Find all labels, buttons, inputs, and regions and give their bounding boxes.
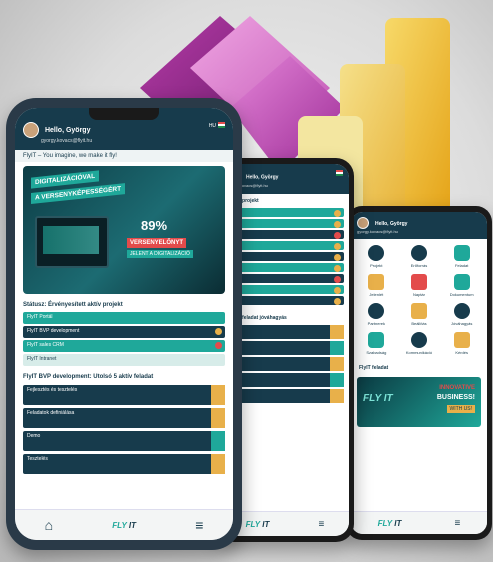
avatar[interactable] (23, 122, 39, 138)
users-icon (410, 245, 427, 261)
partners-icon (368, 303, 385, 319)
header: Hello, György gyorgy.kovacs@flyit.hu (351, 212, 487, 239)
user-email: gyorgy.kovacs@flyit.hu (357, 229, 398, 234)
grid-item[interactable]: Feladat (442, 245, 481, 268)
language-label[interactable]: HU (209, 123, 216, 129)
calendar-icon (410, 274, 427, 290)
grid-item[interactable]: Dokumentum (442, 274, 481, 297)
flag-icon[interactable] (218, 122, 225, 129)
user-email: gyorgy.kovacs@flyit.hu (41, 138, 93, 144)
approval-row[interactable] (226, 357, 344, 371)
tagline: FlyIT – You imagine, we make it fly! (15, 150, 233, 162)
promo-banner[interactable]: DIGITALIZÁCIÓVAL A VERSENYKÉPESSÉGÉRT 89… (23, 166, 225, 294)
laptop-image (35, 216, 109, 268)
grid-item[interactable]: Kommunikáció (400, 332, 439, 355)
hamburger-icon[interactable]: ≡ (455, 518, 461, 529)
question-icon (453, 332, 470, 348)
tasks-label: FlyIT feladat (359, 365, 389, 371)
hamburger-icon[interactable]: ≡ (195, 517, 203, 533)
project-row[interactable] (226, 230, 344, 239)
home-icon[interactable]: ⌂ (45, 517, 53, 533)
banner-line2: BUSINESS! (436, 394, 475, 401)
bottom-nav: ⌂ FLY IT ≡ (15, 509, 233, 540)
project-row[interactable] (226, 296, 344, 305)
document-icon (453, 274, 470, 290)
settings-icon (410, 303, 427, 319)
banner-logo: FLY IT (363, 393, 393, 404)
grid-item[interactable]: Naptár (400, 274, 439, 297)
flyit-logo: FLY IT (245, 519, 270, 529)
grid-item[interactable]: Projekt (357, 245, 396, 268)
user-email: gyorgy.kovacs@flyit.hu (227, 183, 268, 188)
project-row[interactable]: FlyIT BVP development (23, 326, 225, 338)
task-row[interactable]: Feladatok definiálása (23, 408, 225, 428)
grid-item[interactable]: Partnerek (357, 303, 396, 326)
avatar[interactable] (357, 217, 369, 229)
project-row[interactable]: FlyIT Intranet (23, 354, 225, 366)
project-row[interactable] (226, 263, 344, 272)
task-icon (453, 245, 470, 261)
hamburger-icon[interactable]: ≡ (319, 519, 325, 530)
clock-icon (368, 274, 385, 290)
flyit-logo: FLY IT (112, 520, 136, 530)
business-banner[interactable]: FLY IT INNOVATIVE BUSINESS! WITH US! (357, 377, 481, 427)
project-row[interactable] (226, 252, 344, 261)
approval-row[interactable] (226, 325, 344, 339)
task-row[interactable]: Tesztelés (23, 454, 225, 474)
section-tasks: FlyIT BVP development: Utolsó 5 aktív fe… (23, 374, 154, 380)
task-row[interactable]: Demo (23, 431, 225, 451)
approval-row[interactable] (226, 341, 344, 355)
approve-icon (453, 303, 470, 319)
project-row[interactable] (226, 219, 344, 228)
greeting: Hello, György (374, 220, 408, 227)
project-row[interactable] (226, 285, 344, 294)
grid-item[interactable]: Szabadság (357, 332, 396, 355)
phone-left: Hello, György HU gyorgy.kovacs@flyit.hu … (6, 98, 242, 550)
banner-line1: INNOVATIVE (439, 385, 475, 391)
task-row[interactable]: Fejlesztés és tesztelés (23, 385, 225, 405)
project-row[interactable] (226, 208, 344, 217)
project-row[interactable]: FlyIT Portál (23, 312, 225, 324)
grid-item[interactable]: Beállítás (400, 303, 439, 326)
flyit-logo: FLY IT (377, 518, 402, 528)
phone-right-screen: Hello, György gyorgy.kovacs@flyit.hu Pro… (351, 212, 487, 534)
grid-item[interactable]: Jelenlét (357, 274, 396, 297)
grid-item[interactable]: Erőforrás (400, 245, 439, 268)
banner-line4: JELENT A DIGITALIZÁCIÓ (127, 250, 193, 258)
greeting: Hello, György (44, 126, 91, 134)
banner-line3: VERSENYELŐNYT (127, 238, 187, 248)
section-projects: Státusz: Érvényesített aktív projekt (23, 302, 123, 308)
project-row[interactable] (226, 274, 344, 283)
phone-right: Hello, György gyorgy.kovacs@flyit.hu Pro… (346, 206, 492, 540)
flag-icon[interactable] (336, 170, 343, 176)
vacation-icon (368, 332, 385, 348)
bottom-nav: FLY IT ≡ (351, 511, 487, 534)
chat-icon (410, 332, 427, 348)
approval-row[interactable] (226, 389, 344, 403)
banner-percent: 89% (141, 218, 168, 233)
app-grid: Projekt Erőforrás Feladat Jelenlét Naptá… (351, 239, 487, 361)
project-row[interactable]: FlyIT sales CRM (23, 340, 225, 352)
project-row[interactable] (226, 241, 344, 250)
approval-row[interactable] (226, 373, 344, 387)
grid-item[interactable]: Kérdés (442, 332, 481, 355)
phone-left-screen: Hello, György HU gyorgy.kovacs@flyit.hu … (15, 108, 233, 540)
gear-icon (368, 245, 385, 261)
grid-item[interactable]: Jóváhagyás (442, 303, 481, 326)
greeting: Hello, György (245, 174, 279, 181)
banner-line3: WITH US! (446, 405, 475, 413)
